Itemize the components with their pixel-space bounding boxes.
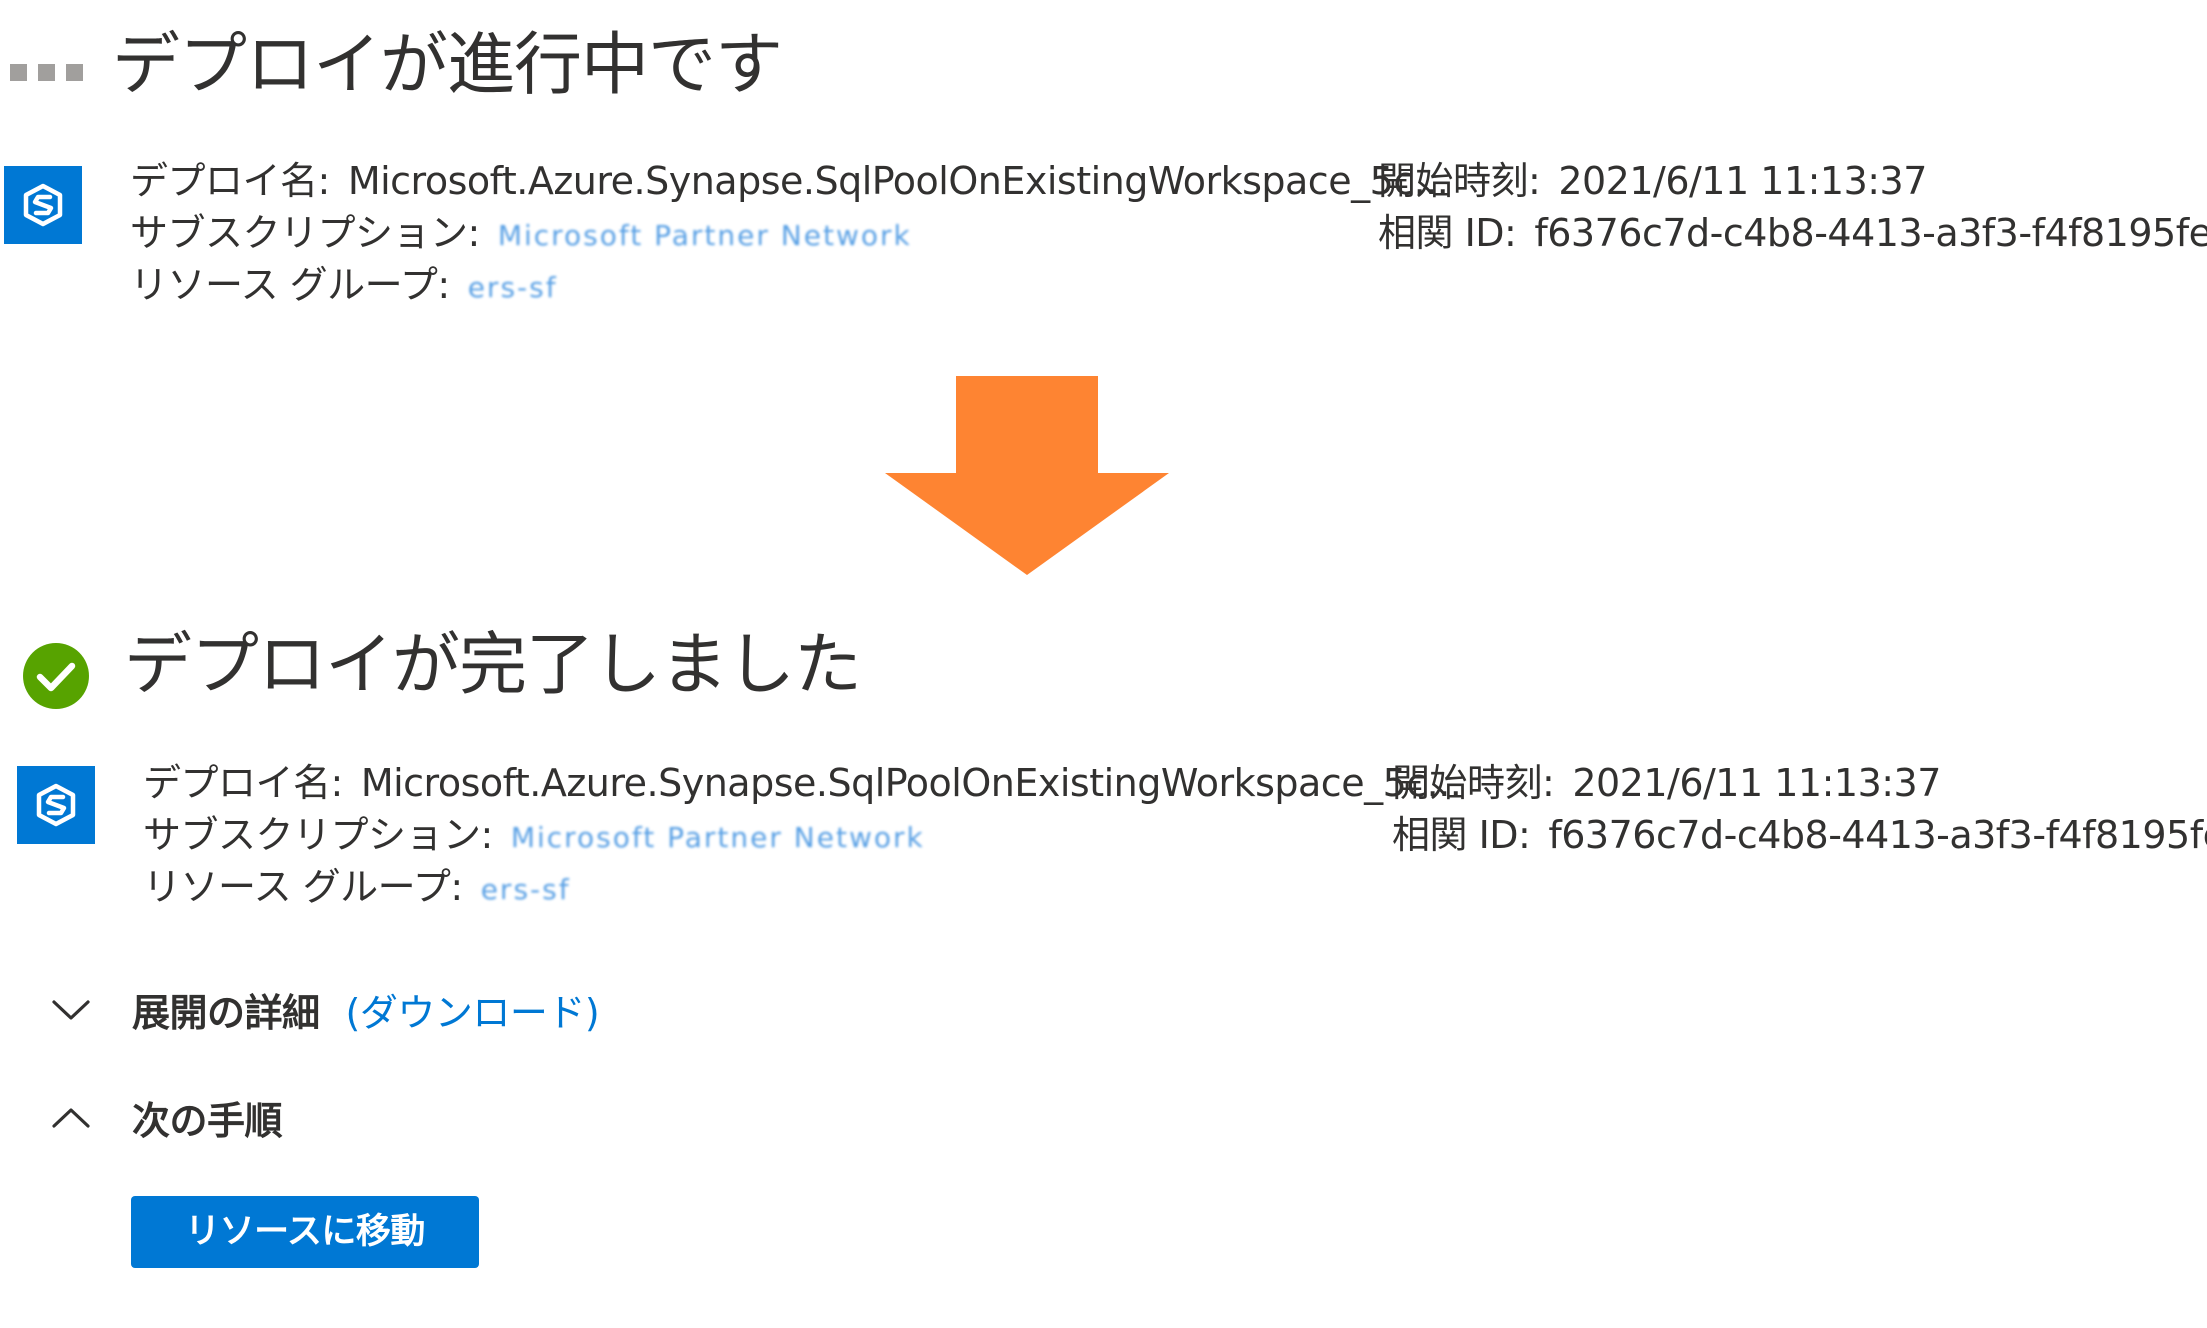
start-time-label: 開始時刻: <box>1392 761 1555 805</box>
progress-dot <box>66 64 83 81</box>
deploy-name-label: デプロイ名: <box>130 159 330 203</box>
resource-group-label: リソース グループ: <box>143 865 463 909</box>
completed-title: デプロイが完了しました <box>124 626 862 705</box>
correlation-id-label: 相関 ID: <box>1378 211 1517 255</box>
start-time-label: 開始時刻: <box>1378 159 1541 203</box>
progress-dot <box>10 64 27 81</box>
start-time-row: 開始時刻: 2021/6/11 11:13:37 <box>1378 155 1927 207</box>
go-to-resource-button[interactable]: リソースに移動 <box>131 1196 479 1268</box>
subscription-link[interactable]: Microsoft Partner Network <box>498 219 912 252</box>
chevron-up-icon <box>52 1106 90 1130</box>
progress-dots-icon <box>10 64 83 81</box>
start-time-value: 2021/6/11 11:13:37 <box>1572 761 1941 805</box>
synapse-icon <box>17 766 95 844</box>
resource-group-link[interactable]: ers-sf <box>468 271 558 304</box>
subscription-link[interactable]: Microsoft Partner Network <box>511 821 925 854</box>
deploy-name-value: Microsoft.Azure.Synapse.SqlPoolOnExistin… <box>347 159 1449 203</box>
deploy-name-value: Microsoft.Azure.Synapse.SqlPoolOnExistin… <box>360 761 1462 805</box>
correlation-id-value: f6376c7d-c4b8-4413-a3f3-f4f8195fe37 <box>1548 813 2207 857</box>
in-progress-title: デプロイが進行中です <box>112 26 783 105</box>
subscription-label: サブスクリプション: <box>130 211 480 255</box>
next-steps-label: 次の手順 <box>132 1099 283 1143</box>
deployment-details-label: 展開の詳細 <box>132 991 320 1035</box>
download-link[interactable]: (ダウンロード) <box>346 982 600 1037</box>
next-steps-toggle[interactable]: 次の手順 <box>52 1090 283 1145</box>
down-arrow-icon <box>885 376 1169 576</box>
success-check-icon <box>22 642 90 710</box>
synapse-icon <box>4 166 82 244</box>
start-time-value: 2021/6/11 11:13:37 <box>1558 159 1927 203</box>
subscription-label: サブスクリプション: <box>143 813 493 857</box>
deployment-details-toggle[interactable]: 展開の詳細 (ダウンロード) <box>52 982 600 1037</box>
correlation-id-label: 相関 ID: <box>1392 813 1531 857</box>
resource-group-link[interactable]: ers-sf <box>481 873 571 906</box>
deploy-name-row: デプロイ名: Microsoft.Azure.Synapse.SqlPoolOnE… <box>143 757 1462 809</box>
subscription-row: サブスクリプション: Microsoft Partner Network <box>130 207 912 262</box>
correlation-id-value: f6376c7d-c4b8-4413-a3f3-f4f8195fe37 <box>1534 211 2207 255</box>
deploy-name-label: デプロイ名: <box>143 761 343 805</box>
start-time-row: 開始時刻: 2021/6/11 11:13:37 <box>1392 757 1941 809</box>
resource-group-row: リソース グループ: ers-sf <box>130 259 558 314</box>
resource-group-row: リソース グループ: ers-sf <box>143 861 571 916</box>
deploy-name-row: デプロイ名: Microsoft.Azure.Synapse.SqlPoolOnE… <box>130 155 1449 207</box>
chevron-down-icon <box>52 998 90 1022</box>
correlation-id-row: 相関 ID: f6376c7d-c4b8-4413-a3f3-f4f8195fe3… <box>1378 207 2207 259</box>
subscription-row: サブスクリプション: Microsoft Partner Network <box>143 809 925 864</box>
progress-dot <box>38 64 55 81</box>
resource-group-label: リソース グループ: <box>130 263 450 307</box>
correlation-id-row: 相関 ID: f6376c7d-c4b8-4413-a3f3-f4f8195fe3… <box>1392 809 2207 861</box>
